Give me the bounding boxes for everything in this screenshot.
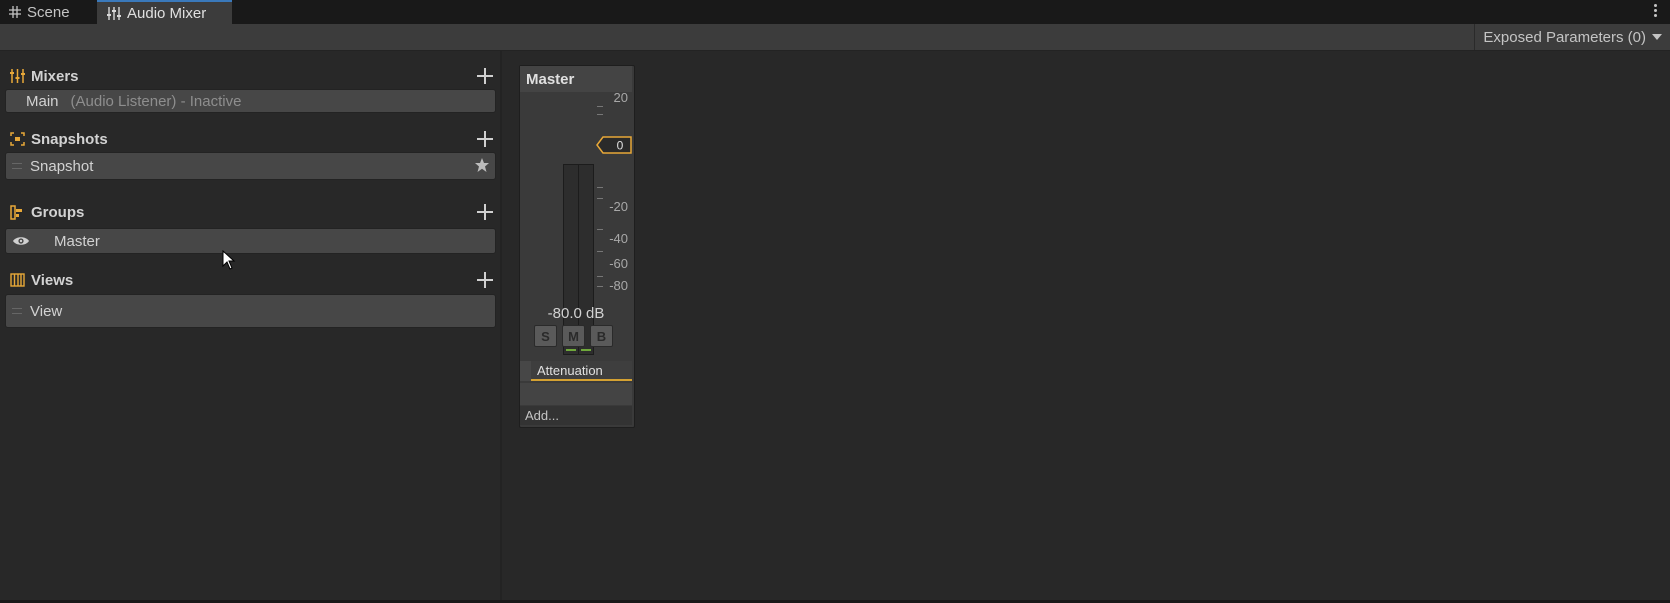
views-icon	[10, 273, 25, 287]
mixers-title: Mixers	[31, 67, 79, 85]
mixer-icon	[107, 6, 121, 20]
strip-title: Master	[520, 66, 632, 92]
views-title: Views	[31, 271, 74, 289]
scale-label: -80	[609, 278, 628, 293]
snapshot-name: Snapshot	[30, 157, 94, 175]
scale-label: -60	[609, 256, 628, 271]
group-item-master[interactable]: Master	[5, 228, 496, 254]
add-group-button[interactable]	[475, 202, 495, 222]
groups-title: Groups	[31, 203, 85, 221]
snapshots-header: Snapshots	[10, 127, 495, 151]
volume-fader-handle[interactable]: 0	[596, 136, 632, 154]
mixer-status: (Audio Listener) - Inactive	[70, 92, 242, 110]
tab-audio-mixer[interactable]: Audio Mixer	[97, 0, 232, 24]
panel-splitter[interactable]	[500, 51, 502, 601]
effect-slot-empty[interactable]	[520, 383, 632, 405]
solo-button[interactable]: S	[534, 325, 557, 347]
mixer-item-main[interactable]: Main (Audio Listener) - Inactive	[5, 89, 496, 113]
bypass-button[interactable]: B	[590, 325, 613, 347]
effect-attenuation[interactable]: Attenuation	[531, 361, 632, 381]
snapshot-item[interactable]: Snapshot	[5, 152, 496, 180]
add-snapshot-button[interactable]	[475, 129, 495, 149]
grid-icon	[9, 6, 21, 18]
effect-handle[interactable]	[520, 361, 531, 381]
view-name: View	[30, 302, 63, 320]
view-item[interactable]: View	[5, 294, 496, 328]
groups-icon	[10, 204, 22, 220]
add-mixer-button[interactable]	[475, 66, 495, 86]
tab-scene-label: Scene	[27, 3, 70, 21]
tab-scene[interactable]: Scene	[0, 0, 97, 24]
exposed-parameters-dropdown[interactable]: Exposed Parameters (0)	[1474, 24, 1662, 50]
views-header: Views	[10, 268, 495, 292]
chevron-down-icon	[1652, 34, 1662, 40]
mixers-header: Mixers	[10, 64, 495, 88]
tab-bar: Scene Audio Mixer	[0, 0, 1670, 24]
fader-value: 0	[617, 139, 624, 153]
more-options-icon[interactable]	[1654, 4, 1658, 20]
snapshots-title: Snapshots	[31, 130, 108, 148]
add-view-button[interactable]	[475, 270, 495, 290]
eye-icon[interactable]	[12, 235, 30, 247]
level-db-readout: -80.0 dB	[547, 305, 605, 322]
mute-button[interactable]: M	[562, 325, 585, 347]
scale-label: 20	[613, 90, 628, 105]
tab-audio-mixer-label: Audio Mixer	[127, 4, 207, 22]
group-name: Master	[54, 232, 100, 250]
scale-label: -20	[609, 199, 628, 214]
drag-handle-icon[interactable]	[12, 308, 22, 314]
star-icon[interactable]	[474, 157, 490, 173]
mouse-cursor-icon	[222, 250, 236, 270]
exposed-parameters-label: Exposed Parameters (0)	[1483, 28, 1646, 46]
scale-label: -40	[609, 231, 628, 246]
groups-header: Groups	[10, 200, 495, 224]
mixer-name: Main	[26, 92, 59, 110]
drag-handle-icon[interactable]	[12, 163, 22, 169]
snapshots-icon	[10, 132, 25, 146]
strip-buttons: S M B	[534, 325, 613, 347]
add-effect-button[interactable]: Add...	[520, 406, 632, 425]
toolbar: Exposed Parameters (0)	[0, 24, 1670, 51]
mixers-icon	[10, 69, 25, 83]
